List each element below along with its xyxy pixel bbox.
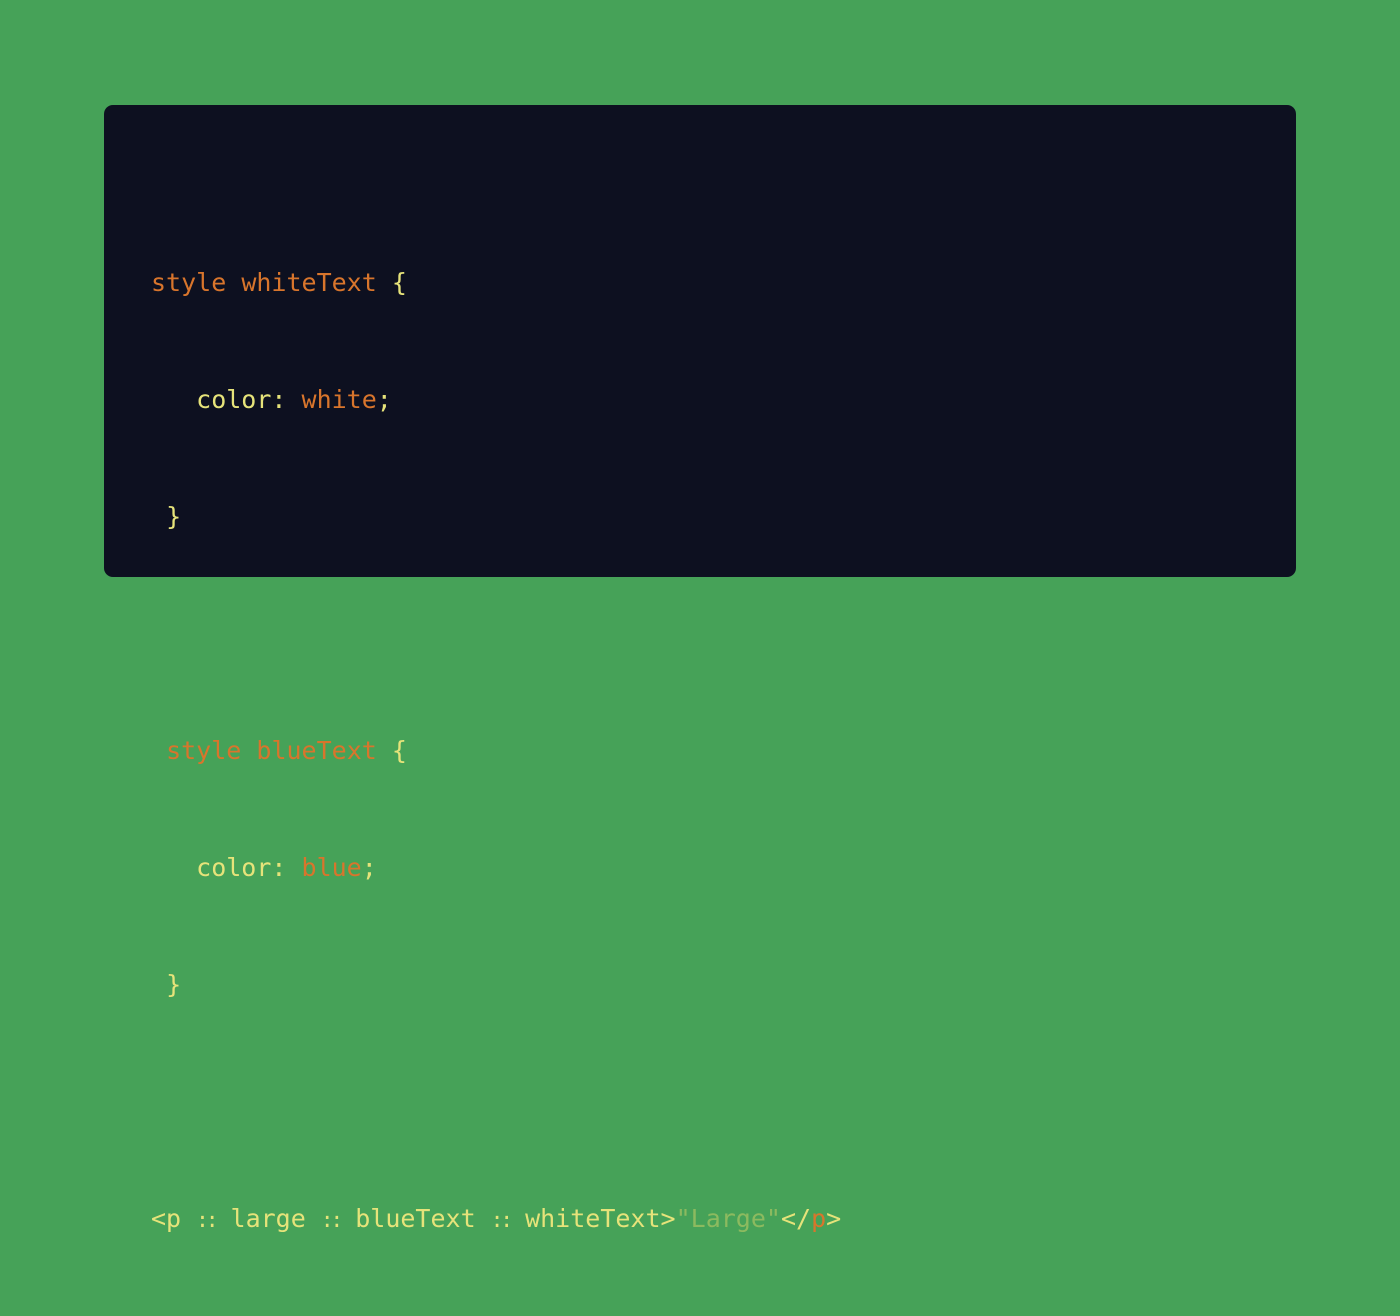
style-name: whiteText [241,268,377,297]
close-tag-open: </ [780,1204,812,1233]
separator: :: [490,1208,513,1232]
open-brace: { [391,736,407,765]
open-brace: { [391,268,407,297]
page-background: { "code": { "line1": { "kw1": "style", "… [0,0,1400,1233]
tag-open: <p [151,1204,182,1233]
semicolon: ; [376,385,392,414]
code-block: style whiteText { color: white; } style … [151,185,841,1316]
tag-gt: > [660,1204,676,1233]
style-name: blueText [256,736,377,765]
separator: :: [320,1208,343,1232]
code-line-7: } [151,965,841,1004]
close-brace: } [166,970,182,999]
code-line-5: style blueText { [151,731,841,770]
property-name: color: [196,853,287,882]
separator: :: [196,1208,218,1232]
close-brace: } [166,502,182,531]
style-keyword: style [166,736,242,765]
code-line-3: } [151,497,841,536]
code-snippet-card: style whiteText { color: white; } style … [104,105,1296,1233]
style-keyword: style [151,268,227,297]
close-tag-name: p [811,1204,827,1233]
string-literal: "Large" [675,1204,781,1233]
property-value: white [301,385,377,414]
style-ref-whitetext: whiteText [525,1204,661,1233]
style-ref-bluetext: blueText [355,1204,476,1233]
style-ref-large: large [230,1204,306,1233]
code-line-9: <p :: large :: blueText :: whiteText>"La… [151,1199,841,1238]
code-line-1: style whiteText { [151,263,841,302]
semicolon: ; [361,853,377,882]
code-line-6: color: blue; [151,848,841,887]
close-tag-gt: > [826,1204,842,1233]
code-line-2: color: white; [151,380,841,419]
property-value: blue [301,853,362,882]
property-name: color: [196,385,287,414]
